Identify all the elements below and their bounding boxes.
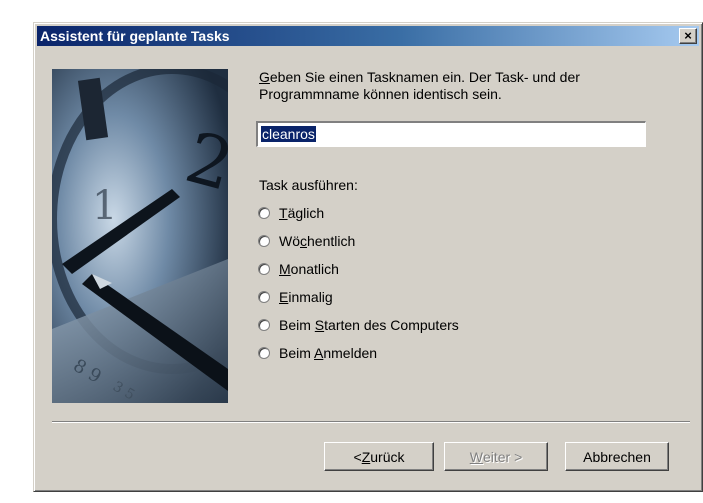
title-bar[interactable]: Assistent für geplante Tasks × <box>37 26 699 46</box>
radio-daily[interactable]: Täglich <box>258 203 324 223</box>
close-icon: × <box>684 28 692 43</box>
radio-button-icon[interactable] <box>258 347 270 359</box>
radio-on-logon[interactable]: Beim Anmelden <box>258 343 377 363</box>
svg-text:1: 1 <box>92 183 117 229</box>
instruction-text: Geben Sie einen Tasknamen ein. Der Task-… <box>259 69 580 102</box>
radio-button-icon[interactable] <box>258 207 270 219</box>
clock-pen-illustration: 2 1 8 9 3 5 <box>52 69 228 403</box>
radio-button-icon[interactable] <box>258 263 270 275</box>
task-name-value: cleanros <box>261 126 316 142</box>
run-task-label: Task ausführen: <box>259 177 358 193</box>
cancel-button[interactable]: Abbrechen <box>565 442 669 471</box>
radio-once[interactable]: Einmalig <box>258 287 333 307</box>
close-button[interactable]: × <box>679 28 697 44</box>
radio-weekly[interactable]: Wöchentlich <box>258 231 355 251</box>
next-button[interactable]: Weiter > <box>444 442 548 471</box>
back-button[interactable]: < Zurück <box>324 442 434 471</box>
radio-button-icon[interactable] <box>258 291 270 303</box>
separator <box>52 421 690 423</box>
wizard-window: Assistent für geplante Tasks × 2 1 8 9 3… <box>33 22 703 492</box>
radio-button-icon[interactable] <box>258 319 270 331</box>
radio-monthly[interactable]: Monatlich <box>258 259 339 279</box>
wizard-illustration: 2 1 8 9 3 5 <box>52 69 228 403</box>
task-name-input[interactable]: cleanros <box>256 121 646 147</box>
window-title: Assistent für geplante Tasks <box>40 28 230 44</box>
radio-button-icon[interactable] <box>258 235 270 247</box>
radio-on-startup[interactable]: Beim Starten des Computers <box>258 315 459 335</box>
